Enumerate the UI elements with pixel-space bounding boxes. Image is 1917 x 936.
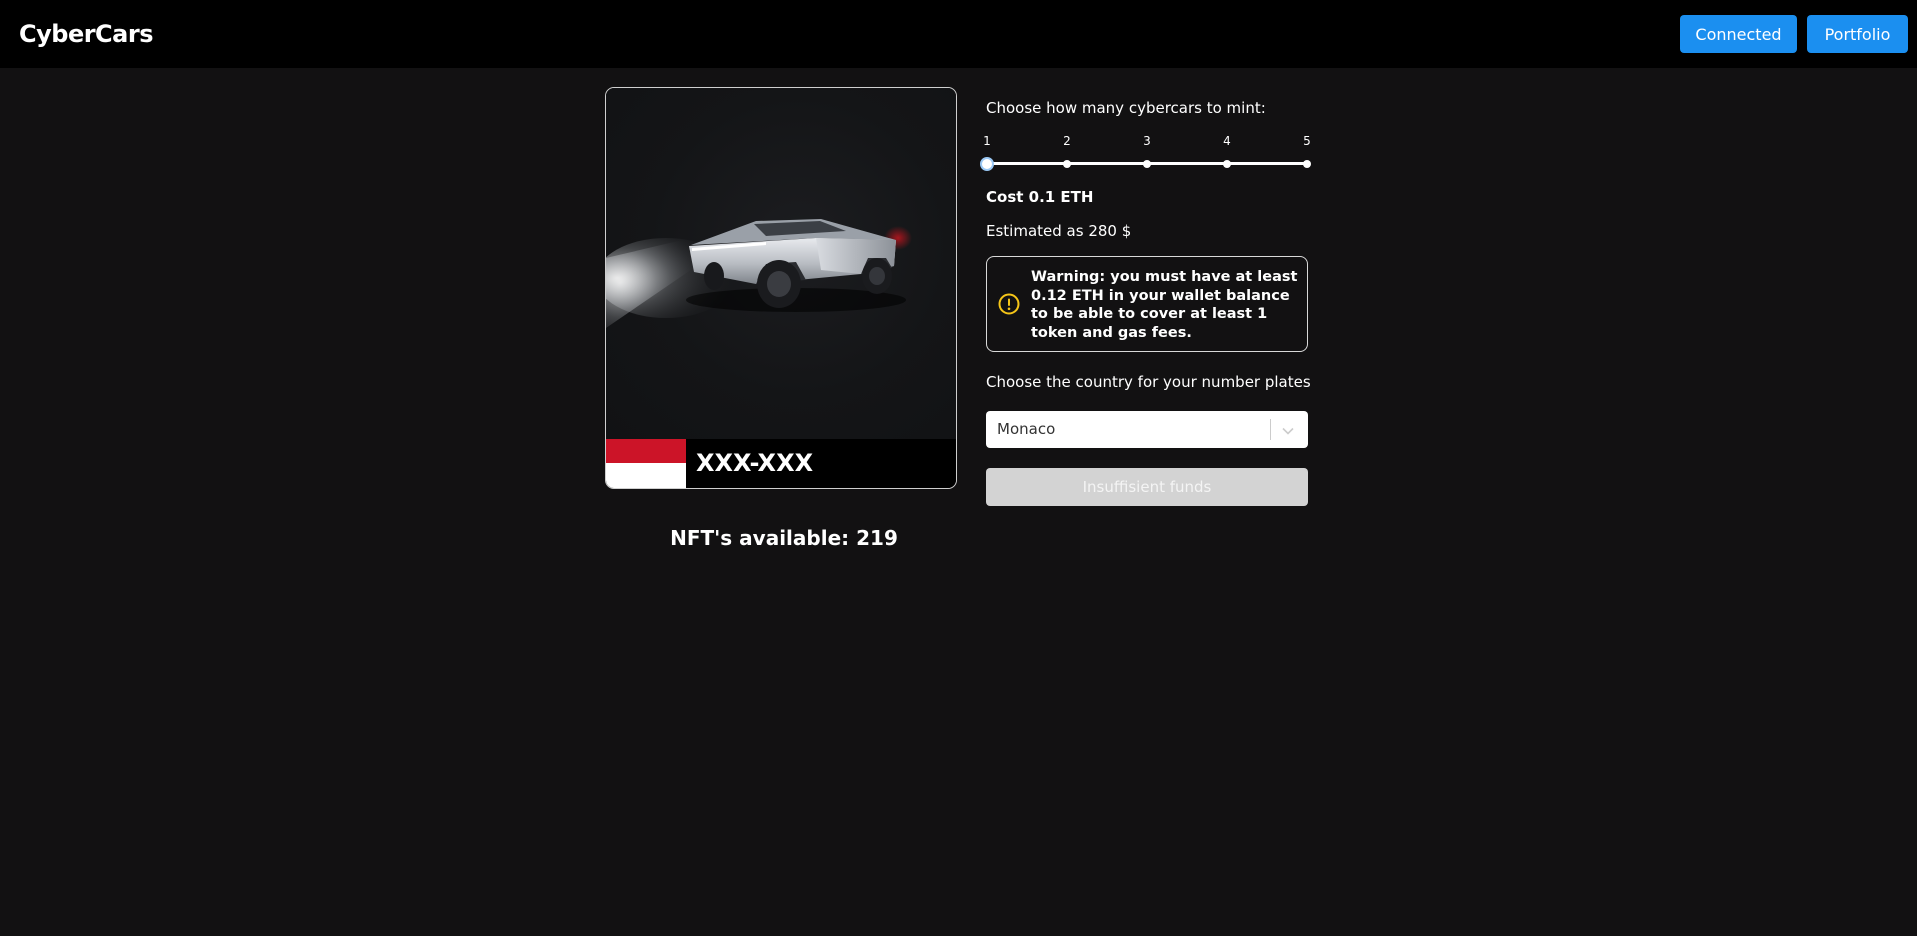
usd-estimate: Estimated as 280 $ [986, 222, 1132, 240]
mint-quantity-slider[interactable]: 1 2 3 4 5 [980, 134, 1311, 174]
plate-number: XXX-XXX [696, 449, 814, 477]
slider-tick-label: 5 [1303, 134, 1311, 148]
warning-box: Warning: you must have at least 0.12 ETH… [986, 256, 1308, 352]
select-separator [1270, 419, 1271, 440]
slider-tick-label: 3 [1143, 134, 1151, 148]
slider-tick-label: 1 [983, 134, 991, 148]
slider-handle[interactable] [980, 157, 994, 171]
nft-available-count: NFT's available: 219 [670, 526, 898, 550]
warning-text: Warning: you must have at least 0.12 ETH… [1031, 269, 1298, 341]
nft-preview-card: XXX-XXX [605, 87, 957, 489]
monaco-flag [606, 439, 686, 488]
portfolio-button[interactable]: Portfolio [1807, 15, 1908, 53]
mint-cost: Cost 0.1 ETH [986, 188, 1094, 206]
exclamation-circle-icon [998, 293, 1020, 315]
top-navbar: CyberCars Connected Portfolio [0, 0, 1917, 68]
cybertruck-image [606, 88, 956, 439]
country-select-value: Monaco [997, 420, 1056, 438]
brand-logo[interactable]: CyberCars [19, 20, 153, 48]
mint-quantity-label: Choose how many cybercars to mint: [986, 99, 1266, 117]
number-plate: XXX-XXX [606, 439, 956, 488]
connected-button[interactable]: Connected [1680, 15, 1797, 53]
slider-step-dot[interactable] [1223, 160, 1231, 168]
slider-tick-label: 2 [1063, 134, 1071, 148]
slider-step-dot[interactable] [1063, 160, 1071, 168]
chevron-down-icon[interactable] [1280, 423, 1296, 437]
slider-step-dot[interactable] [1143, 160, 1151, 168]
slider-tick-label: 4 [1223, 134, 1231, 148]
mint-button[interactable]: Insuffisient funds [986, 468, 1308, 506]
slider-step-dot[interactable] [1303, 160, 1311, 168]
country-select[interactable]: Monaco [986, 411, 1308, 448]
country-label: Choose the country for your number plate… [986, 373, 1311, 391]
